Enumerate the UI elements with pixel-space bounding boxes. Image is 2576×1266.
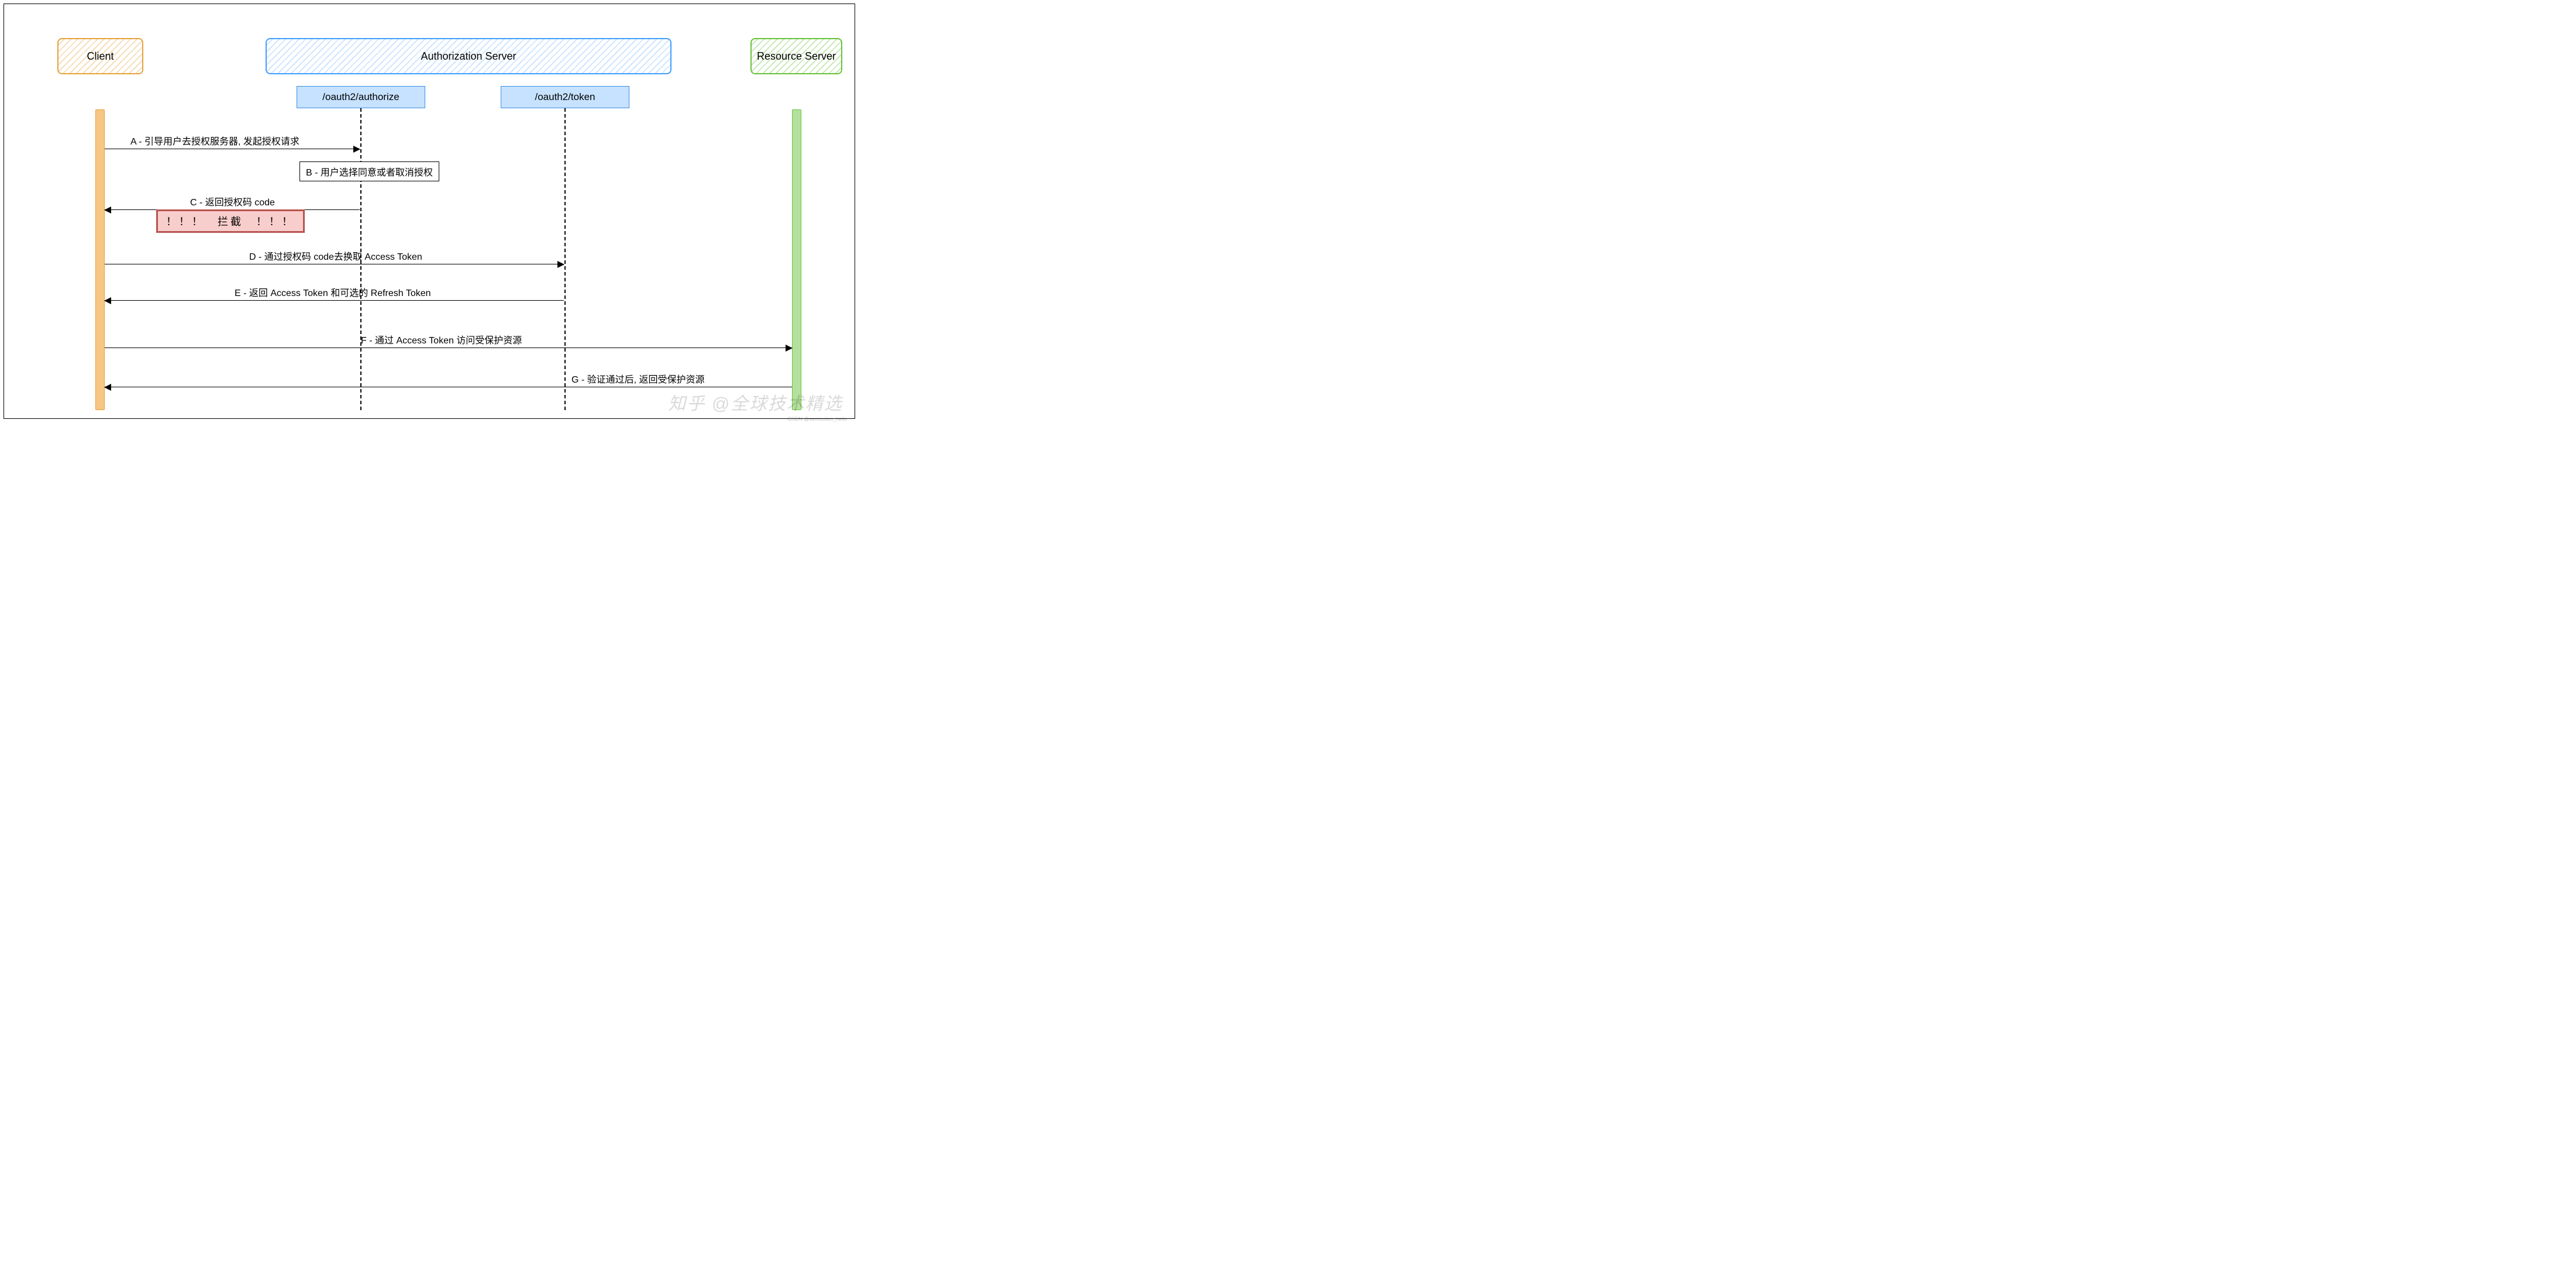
endpoint-authorize: /oauth2/authorize [297,86,425,108]
label-msg-a: A - 引导用户去授权服务器, 发起授权请求 [130,133,299,147]
label-msg-e: E - 返回 Access Token 和可选的 Refresh Token [235,285,431,299]
endpoint-token: /oauth2/token [501,86,629,108]
lifeline-client [95,109,105,410]
label-msg-g: G - 验证通过后, 返回受保护资源 [571,371,705,386]
lifeline-token [564,108,566,410]
watermark: 知乎 @全球技术精选 [668,389,843,415]
arrow-msg-e [105,300,564,301]
label-msg-f: F - 通过 Access Token 访问受保护资源 [361,332,522,346]
participant-resource-server: Resource Server [750,38,842,74]
label-msg-b: B - 用户选择同意或者取消授权 [299,161,439,181]
label-msg-c: C - 返回授权码 code [190,194,275,208]
diagram-frame: Client Authorization Server Resource Ser… [4,4,855,419]
credit-text: CSDN @semicolon_hello [787,416,847,422]
participant-client: Client [57,38,143,74]
label-msg-d: D - 通过授权码 code去换取 Access Token [249,249,422,263]
intercept-box: ！！！ 拦截 ！！！ [156,209,305,233]
participant-auth-server: Authorization Server [266,38,671,74]
lifeline-resource-server [792,109,801,410]
